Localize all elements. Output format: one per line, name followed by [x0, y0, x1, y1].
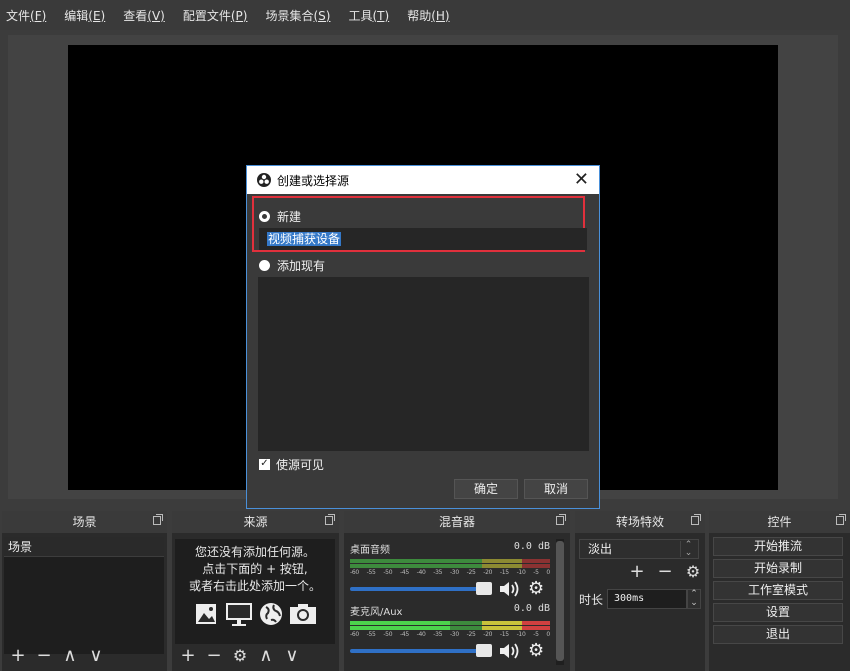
sources-toolbar: + − ⚙ ∧ ∨ [178, 647, 302, 667]
scenes-dock-title: 场景 [2, 511, 167, 533]
volume-meter [350, 559, 550, 563]
menu-help[interactable]: 帮助(H) [405, 5, 451, 26]
make-visible-checkbox[interactable]: ✓ 使源可见 [259, 456, 324, 473]
ok-button[interactable]: 确定 [454, 479, 518, 499]
scene-item[interactable]: 场景 [4, 537, 164, 557]
menu-profile[interactable]: 配置文件(P) [181, 5, 250, 26]
menu-tools[interactable]: 工具(T) [346, 5, 391, 26]
move-up-button[interactable]: ∧ [60, 647, 80, 667]
volume-slider[interactable] [350, 582, 492, 595]
add-existing-radio[interactable]: 添加现有 [259, 257, 325, 274]
sources-empty-line3: 或者右击此处添加一个。 [188, 579, 321, 593]
exit-button[interactable]: 退出 [713, 625, 843, 644]
mixer-channel-desktop: 桌面音频 0.0 dB -60 -55 -50 -45 -40 -35 -30 -25 -20 -1… [350, 541, 550, 599]
close-icon[interactable]: ✕ [574, 171, 589, 189]
chevron-updown-icon: ⌃ ⌄ [680, 541, 696, 558]
add-source-button[interactable]: + [178, 647, 198, 667]
channel-name: 麦克风/Aux [350, 607, 403, 618]
duration-row: 时长 300ms ⌃ ⌄ [579, 589, 702, 609]
float-dock-icon[interactable] [556, 514, 566, 525]
cancel-button[interactable]: 取消 [524, 479, 588, 499]
volume-meter [350, 564, 550, 568]
transition-gear-icon[interactable]: ⚙ [683, 563, 703, 583]
volume-slider[interactable] [350, 644, 492, 657]
volume-meter [350, 621, 550, 625]
start-streaming-button[interactable]: 开始推流 [713, 537, 843, 556]
duration-spinner[interactable]: ⌃ ⌄ [687, 589, 702, 609]
transitions-toolbar: + − ⚙ [627, 563, 703, 583]
sources-dock: 来源 您还没有添加任何源。 点击下面的 + 按钮, 或者右击此处添加一个。 + … [172, 511, 339, 671]
scrollbar-thumb[interactable] [556, 541, 564, 661]
source-properties-gear-icon[interactable]: ⚙ [230, 647, 250, 667]
create-source-dialog: 创建或选择源 ✕ 新建 视频捕获设备 添加现有 ✓ 使源可见 确定 取消 [246, 165, 600, 509]
dialog-titlebar: 创建或选择源 ✕ [247, 166, 599, 194]
gear-icon[interactable]: ⚙ [528, 579, 550, 599]
scenes-toolbar: + − ∧ ∨ [8, 647, 106, 667]
menu-edit[interactable]: 编辑(E) [62, 5, 107, 26]
remove-scene-button[interactable]: − [34, 647, 54, 667]
studio-mode-button[interactable]: 工作室模式 [713, 581, 843, 600]
float-dock-icon[interactable] [325, 514, 335, 525]
radio-unselected-icon [259, 260, 270, 271]
channel-db: 0.0 dB [513, 603, 550, 614]
volume-slider-handle[interactable] [476, 644, 492, 657]
camera-icon [290, 604, 316, 624]
volume-slider-handle[interactable] [476, 582, 492, 595]
scene-list[interactable]: 场景 [4, 537, 164, 654]
move-up-button[interactable]: ∧ [256, 647, 276, 667]
mixer-dock: 混音器 桌面音频 0.0 dB -60 -55 -50 -45 -40 -35 -30 -25-… [344, 511, 570, 671]
move-down-button[interactable]: ∨ [86, 647, 106, 667]
source-name-input[interactable]: 视频捕获设备 [259, 228, 587, 250]
source-type-icons [175, 601, 335, 627]
menu-scene-collection[interactable]: 场景集合(S) [263, 5, 332, 26]
obs-logo-icon [257, 173, 271, 187]
controls-dock-title: 控件 [709, 511, 850, 533]
image-icon [196, 604, 216, 624]
remove-source-button[interactable]: − [204, 647, 224, 667]
sources-list[interactable]: 您还没有添加任何源。 点击下面的 + 按钮, 或者右击此处添加一个。 [175, 539, 335, 644]
menu-file[interactable]: 文件(F) [4, 5, 48, 26]
add-scene-button[interactable]: + [8, 647, 28, 667]
menu-view[interactable]: 查看(V) [121, 5, 167, 26]
monitor-icon [226, 603, 252, 626]
settings-button[interactable]: 设置 [713, 603, 843, 622]
start-recording-button[interactable]: 开始录制 [713, 559, 843, 578]
add-transition-button[interactable]: + [627, 563, 647, 583]
controls-dock: 控件 开始推流 开始录制 工作室模式 设置 退出 [709, 511, 850, 671]
volume-meter [350, 626, 550, 630]
move-down-button[interactable]: ∨ [282, 647, 302, 667]
scenes-dock: 场景 场景 + − ∧ ∨ [2, 511, 167, 671]
duration-label: 时长 [579, 592, 604, 607]
menu-bar: 文件(F) 编辑(E) 查看(V) 配置文件(P) 场景集合(S) 工具(T) … [0, 0, 850, 30]
channel-name: 桌面音频 [350, 545, 390, 556]
float-dock-icon[interactable] [153, 514, 163, 525]
mixer-scrollbar[interactable] [556, 539, 564, 665]
globe-icon [260, 603, 282, 625]
dialog-title: 创建或选择源 [277, 173, 350, 188]
transitions-dock-title: 转场特效 [575, 511, 705, 533]
float-dock-icon[interactable] [836, 514, 846, 525]
sources-empty-line2: 点击下面的 + 按钮, [202, 562, 308, 576]
duration-input[interactable]: 300ms [607, 589, 688, 609]
sources-dock-title: 来源 [172, 511, 339, 533]
new-source-radio[interactable]: 新建 [259, 208, 301, 225]
speaker-icon[interactable] [498, 579, 520, 599]
radio-selected-icon [259, 211, 270, 222]
mixer-dock-title: 混音器 [344, 511, 570, 533]
speaker-icon[interactable] [498, 641, 520, 661]
channel-db: 0.0 dB [513, 541, 550, 552]
sources-empty-line1: 您还没有添加任何源。 [194, 545, 315, 559]
meter-scale: -60 -55 -50 -45 -40 -35 -30 -25 -20 -15 -10 -5 0 [350, 631, 550, 638]
checkbox-checked-icon: ✓ [259, 458, 270, 470]
transitions-dock: 转场特效 淡出 ⌃ ⌄ + − ⚙ 时长 300ms ⌃ ⌄ [575, 511, 705, 671]
mixer-channel-mic: 麦克风/Aux 0.0 dB -60 -55 -50 -45 -40 -35 -30 -25 -2… [350, 603, 550, 661]
remove-transition-button[interactable]: − [655, 563, 675, 583]
existing-sources-list[interactable] [258, 277, 589, 451]
gear-icon[interactable]: ⚙ [528, 641, 550, 661]
float-dock-icon[interactable] [691, 514, 701, 525]
meter-scale: -60 -55 -50 -45 -40 -35 -30 -25 -20 -15 -10 -5 0 [350, 569, 550, 576]
transition-select[interactable]: 淡出 ⌃ ⌄ [579, 539, 699, 559]
